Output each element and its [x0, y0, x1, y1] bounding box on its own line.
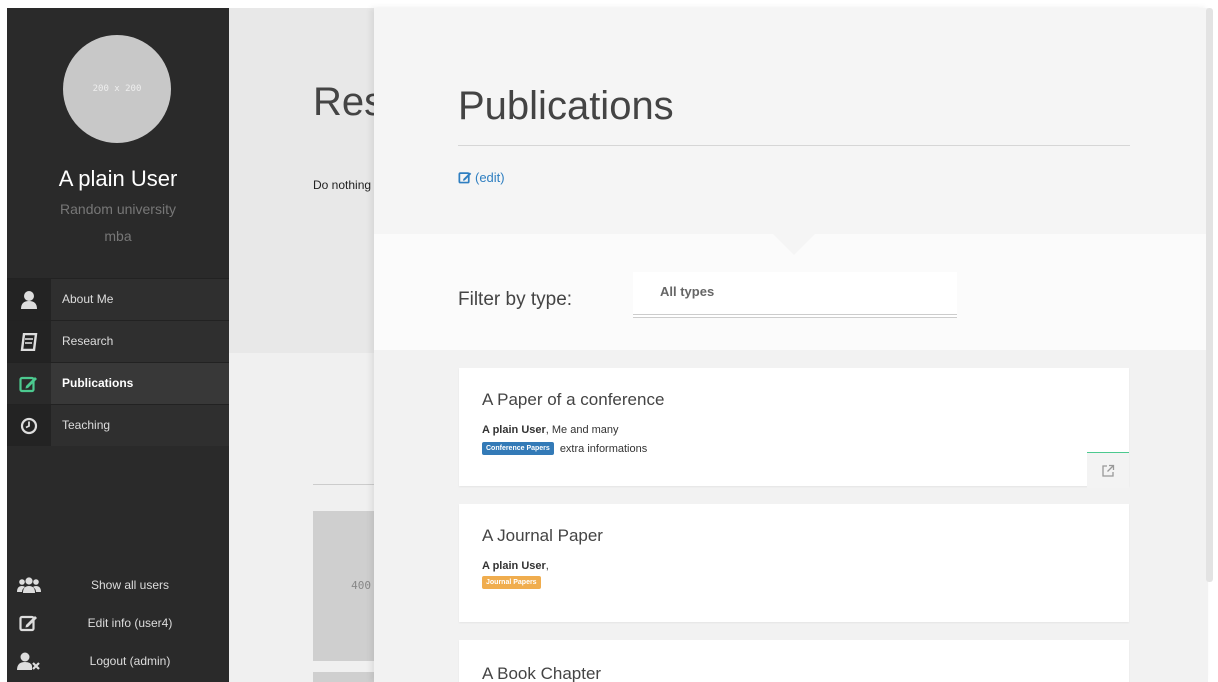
publication-meta: Conference Papers extra informations	[482, 442, 647, 455]
show-all-users-label: Show all users	[90, 578, 170, 592]
external-link-button[interactable]	[1087, 453, 1129, 488]
publication-title: A Book Chapter	[482, 664, 602, 682]
edit-icon	[7, 363, 51, 404]
sidebar-item-label: Publications	[51, 363, 229, 404]
sidebar-item-label: Teaching	[51, 405, 229, 446]
sidebar-item-research[interactable]: Research	[7, 320, 229, 362]
publication-authors: A plain User,	[482, 560, 549, 572]
edit-icon	[7, 604, 51, 642]
user-name: A plain User	[58, 166, 178, 191]
user-icon	[7, 279, 51, 320]
page-title: Publications	[458, 84, 674, 128]
edit-publications-link[interactable]: (edit)	[458, 170, 505, 185]
filter-type-select[interactable]: All types	[633, 272, 957, 318]
research-image-placeholder: 400	[313, 511, 377, 661]
edit-info-button[interactable]: Edit info (user4)	[7, 604, 229, 642]
publication-type-badge: Conference Papers	[482, 442, 554, 455]
publication-meta: Journal Papers	[482, 576, 541, 589]
avatar: 200 x 200	[63, 35, 171, 143]
show-all-users-button[interactable]: Show all users	[7, 566, 229, 604]
users-icon	[7, 566, 51, 604]
book-icon	[7, 321, 51, 362]
edit-icon	[458, 172, 472, 184]
user-remove-icon	[7, 642, 51, 680]
external-link-icon	[1102, 464, 1115, 477]
publication-authors-rest: ,	[545, 560, 549, 572]
research-image-placeholder-2	[313, 672, 377, 682]
research-page-subtitle: Do nothing	[313, 178, 372, 192]
divider	[313, 484, 377, 485]
publication-title: A Paper of a conference	[482, 390, 665, 409]
publication-authors: A plain User, Me and many	[482, 424, 619, 436]
publication-card: A Paper of a conference A plain User, Me…	[459, 368, 1129, 488]
image-placeholder-text: 400	[351, 579, 371, 592]
sidebar-item-label: About Me	[51, 279, 229, 320]
avatar-placeholder-text: 200 x 200	[92, 84, 142, 94]
publication-card: A Book Chapter	[459, 640, 1129, 682]
sidebar-item-about-me[interactable]: About Me	[7, 278, 229, 320]
logout-label: Logout (admin)	[89, 654, 171, 668]
filter-notch	[772, 233, 816, 255]
publication-card: A Journal Paper A plain User, Journal Pa…	[459, 504, 1129, 622]
edit-link-label: (edit)	[475, 170, 505, 185]
sidebar: 200 x 200 A plain User Random university…	[7, 8, 229, 682]
clock-icon	[7, 405, 51, 446]
divider	[458, 145, 1130, 146]
sidebar-bottom-nav: Show all users Edit info (user4) Logout …	[7, 566, 229, 680]
filter-label: Filter by type:	[458, 289, 573, 310]
user-university: Random university	[60, 201, 176, 217]
publication-authors-rest: , Me and many	[545, 424, 619, 436]
research-page-background: Research Do nothing 400	[229, 8, 377, 682]
scrollbar[interactable]	[1206, 8, 1213, 582]
publication-title: A Journal Paper	[482, 526, 603, 545]
sidebar-nav: About Me Research Publications Teaching	[7, 278, 229, 446]
publication-type-badge: Journal Papers	[482, 576, 541, 589]
sidebar-item-teaching[interactable]: Teaching	[7, 404, 229, 446]
sidebar-item-publications[interactable]: Publications	[7, 362, 229, 404]
publications-header: Publications (edit)	[374, 8, 1208, 234]
publications-panel: Publications (edit) Filter by type: All …	[374, 8, 1208, 682]
research-page-title: Research	[313, 80, 377, 124]
publication-author-highlight: A plain User	[482, 560, 546, 572]
logout-button[interactable]: Logout (admin)	[7, 642, 229, 680]
publication-extra-info: extra informations	[559, 442, 648, 455]
publication-author-highlight: A plain User	[482, 424, 546, 436]
edit-info-label: Edit info (user4)	[87, 616, 173, 630]
sidebar-item-label: Research	[51, 321, 229, 362]
filter-bar: Filter by type: All types	[374, 233, 1208, 350]
user-degree: mba	[104, 228, 132, 244]
